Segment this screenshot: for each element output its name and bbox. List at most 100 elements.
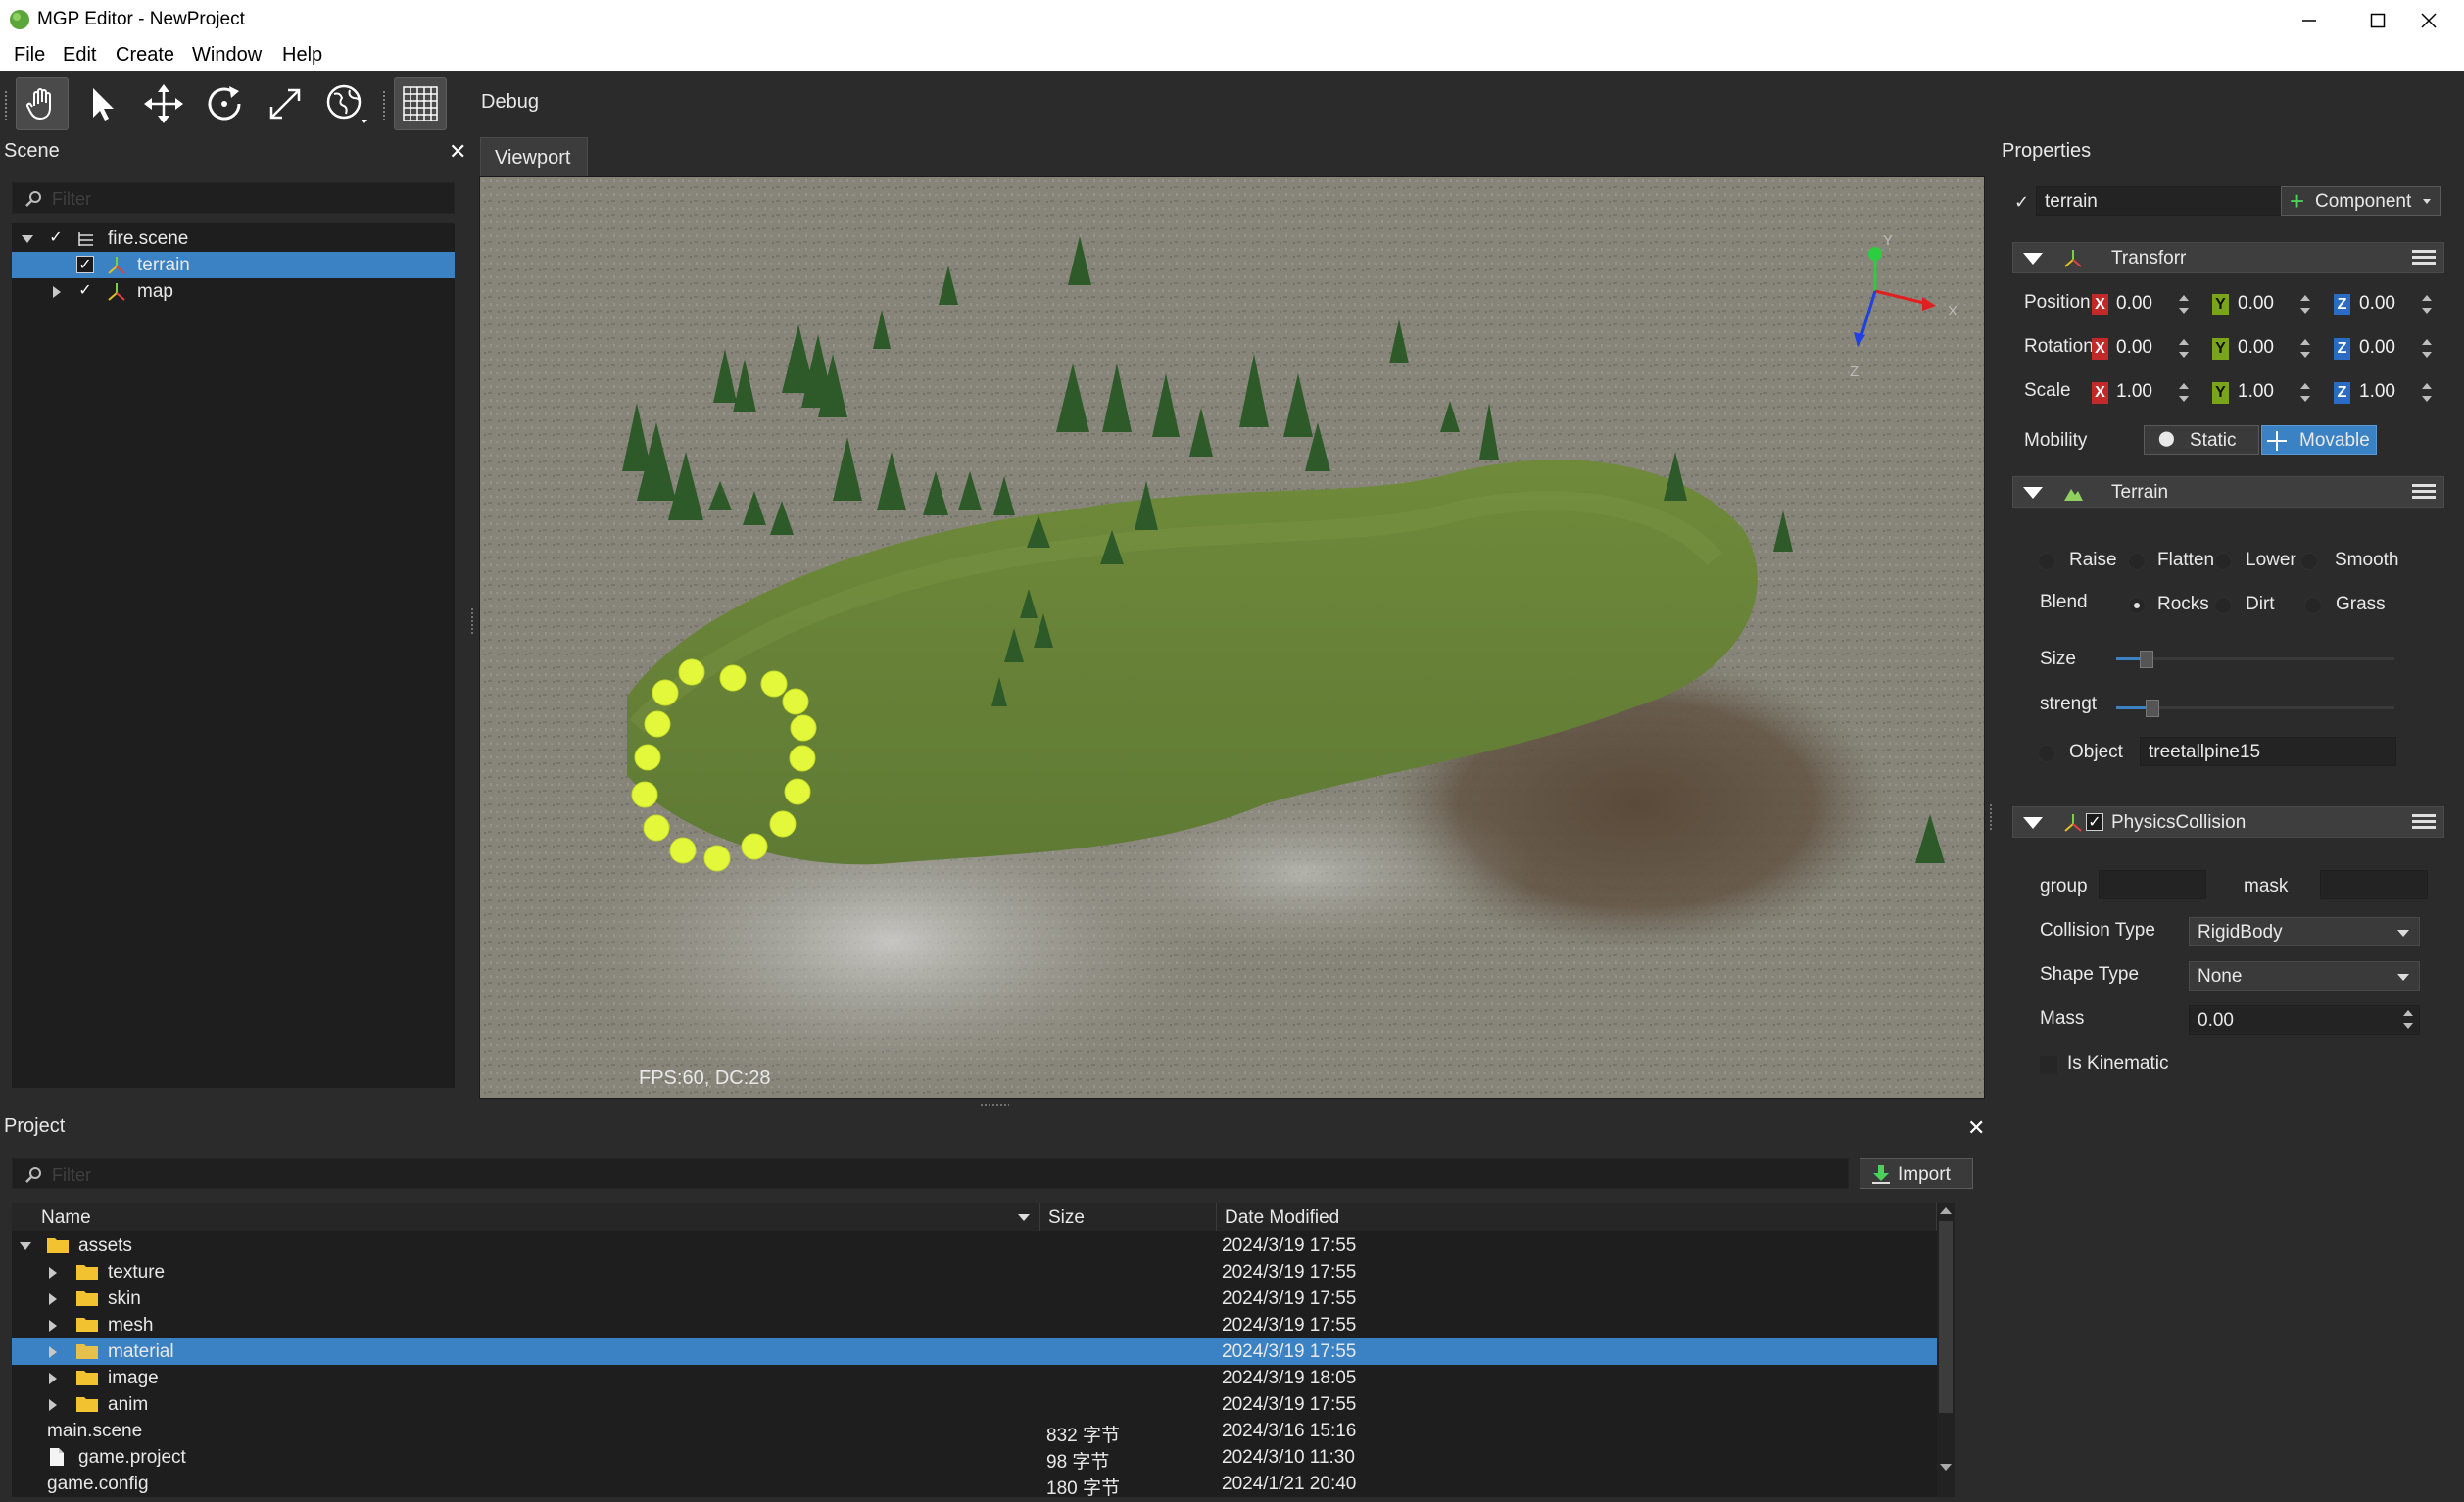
mass-spinner[interactable] [2401, 1007, 2415, 1033]
grass-radio[interactable] [2304, 597, 2322, 614]
collision-type-select[interactable]: RigidBody [2189, 917, 2420, 946]
project-close-icon[interactable]: ✕ [1967, 1115, 1985, 1140]
table-row[interactable]: texture 2024/3/19 17:55 [12, 1259, 1955, 1285]
raise-radio[interactable] [2038, 553, 2055, 570]
dirt-radio[interactable] [2214, 597, 2232, 614]
collapse-arrow-icon[interactable] [2023, 253, 2043, 265]
rotation-y-spinner[interactable] [2298, 336, 2312, 362]
tree-item-map[interactable]: ✓ map [12, 278, 455, 305]
position-y-field[interactable]: 0.00 [2238, 293, 2274, 315]
lower-radio[interactable] [2214, 553, 2232, 570]
flatten-radio[interactable] [2128, 553, 2146, 570]
expand-arrow-icon[interactable] [49, 1399, 57, 1411]
position-z-spinner[interactable] [2420, 292, 2434, 317]
expand-arrow-icon[interactable] [49, 1346, 57, 1358]
expand-arrow-icon[interactable] [49, 1373, 57, 1384]
rotation-z-field[interactable]: 0.00 [2359, 337, 2395, 359]
visibility-checkbox[interactable]: ✓ [76, 282, 94, 300]
transform-section-header[interactable]: Transforr [2012, 242, 2444, 273]
viewport-canvas[interactable]: Y X Z FPS:60, DC:28 [479, 176, 1985, 1099]
object-name-field[interactable]: terrain [2036, 186, 2306, 216]
size-slider-handle[interactable] [2140, 651, 2153, 668]
smooth-radio[interactable] [2300, 553, 2318, 570]
expand-arrow-icon[interactable] [49, 1320, 57, 1332]
static-button[interactable]: ⬤ Static [2144, 425, 2259, 455]
scene-close-icon[interactable]: ✕ [449, 139, 466, 165]
rotation-z-spinner[interactable] [2420, 336, 2434, 362]
expand-arrow-icon[interactable] [20, 1242, 31, 1250]
mask-field[interactable] [2320, 870, 2428, 899]
position-z-field[interactable]: 0.00 [2359, 293, 2395, 315]
right-splitter-handle[interactable] [1989, 803, 1993, 831]
table-row[interactable]: game.project 98 字节 2024/3/10 11:30 [12, 1444, 1955, 1473]
visibility-checkbox[interactable]: ✓ [76, 256, 94, 273]
grid-toggle-button[interactable] [394, 77, 447, 130]
rotation-y-field[interactable]: 0.00 [2238, 337, 2274, 359]
table-row[interactable]: assets 2024/3/19 17:55 [12, 1233, 1955, 1259]
menu-help[interactable]: Help [282, 44, 322, 67]
table-row[interactable]: mesh 2024/3/19 17:55 [12, 1312, 1955, 1338]
minimize-button[interactable] [2274, 0, 2344, 41]
strength-slider-handle[interactable] [2146, 700, 2159, 717]
rocks-radio[interactable] [2128, 597, 2146, 614]
move-tool-button[interactable] [137, 77, 190, 130]
scale-z-spinner[interactable] [2420, 380, 2434, 406]
table-scrollbar[interactable] [1937, 1203, 1955, 1497]
mass-field[interactable]: 0.00 [2189, 1005, 2420, 1035]
object-field[interactable]: treetallpine15 [2140, 737, 2396, 766]
hand-tool-button[interactable] [16, 77, 69, 130]
strength-slider[interactable] [2116, 699, 2394, 718]
rotation-x-spinner[interactable] [2177, 336, 2191, 362]
toolbar-grip[interactable] [4, 90, 8, 120]
scrollbar-thumb[interactable] [1939, 1221, 1953, 1413]
kinematic-checkbox[interactable] [2040, 1056, 2057, 1074]
add-component-button[interactable]: + Component [2281, 186, 2441, 216]
scale-x-field[interactable]: 1.00 [2116, 381, 2152, 403]
world-space-button[interactable] [319, 77, 372, 130]
column-header-size[interactable]: Size [1040, 1203, 1217, 1231]
table-row[interactable]: game.config 180 字节 2024/1/21 20:40 [12, 1471, 1955, 1497]
scale-y-field[interactable]: 1.00 [2238, 381, 2274, 403]
left-splitter-handle[interactable] [470, 607, 474, 635]
scroll-up-icon[interactable] [1940, 1207, 1952, 1214]
menu-file[interactable]: File [14, 44, 45, 67]
expand-arrow-icon[interactable] [53, 286, 61, 298]
column-header-name[interactable]: Name [12, 1203, 1040, 1231]
rotation-x-field[interactable]: 0.00 [2116, 337, 2152, 359]
scale-x-spinner[interactable] [2177, 380, 2191, 406]
section-menu-icon[interactable] [2412, 484, 2436, 502]
section-menu-icon[interactable] [2412, 814, 2436, 832]
tab-viewport[interactable]: Viewport [480, 137, 588, 176]
table-row-selected[interactable]: material 2024/3/19 17:55 [12, 1338, 1937, 1365]
tree-item-fire-scene[interactable]: ✓ fire.scene [12, 225, 455, 252]
close-window-button[interactable] [2393, 0, 2464, 41]
section-menu-icon[interactable] [2412, 250, 2436, 267]
collapse-arrow-icon[interactable] [2023, 817, 2043, 829]
visibility-checkbox[interactable]: ✓ [47, 229, 65, 247]
position-y-spinner[interactable] [2298, 292, 2312, 317]
position-x-field[interactable]: 0.00 [2116, 293, 2152, 315]
tree-item-terrain[interactable]: ✓ terrain [12, 252, 455, 278]
expand-arrow-icon[interactable] [49, 1267, 57, 1279]
table-row[interactable]: image 2024/3/19 18:05 [12, 1365, 1955, 1391]
shape-type-select[interactable]: None [2189, 961, 2420, 991]
size-slider[interactable] [2116, 650, 2394, 669]
object-radio[interactable] [2038, 745, 2055, 762]
scene-filter-input[interactable]: Filter [12, 182, 455, 214]
project-filter-input[interactable]: Filter [12, 1158, 1849, 1189]
menu-create[interactable]: Create [116, 44, 174, 67]
debug-menu[interactable]: Debug [481, 91, 539, 114]
table-row[interactable]: skin 2024/3/19 17:55 [12, 1285, 1955, 1312]
terrain-section-header[interactable]: Terrain [2012, 476, 2444, 508]
rotate-tool-button[interactable] [198, 77, 251, 130]
scale-y-spinner[interactable] [2298, 380, 2312, 406]
physics-enabled-checkbox[interactable]: ✓ [2086, 813, 2103, 831]
collapse-arrow-icon[interactable] [2023, 487, 2043, 499]
select-tool-button[interactable] [76, 77, 129, 130]
table-row[interactable]: anim 2024/3/19 17:55 [12, 1391, 1955, 1418]
movable-button[interactable]: Movable [2261, 425, 2377, 455]
scale-tool-button[interactable] [259, 77, 312, 130]
menu-window[interactable]: Window [192, 44, 262, 67]
import-button[interactable]: Import [1860, 1158, 1973, 1189]
column-header-date[interactable]: Date Modified [1217, 1203, 1937, 1231]
